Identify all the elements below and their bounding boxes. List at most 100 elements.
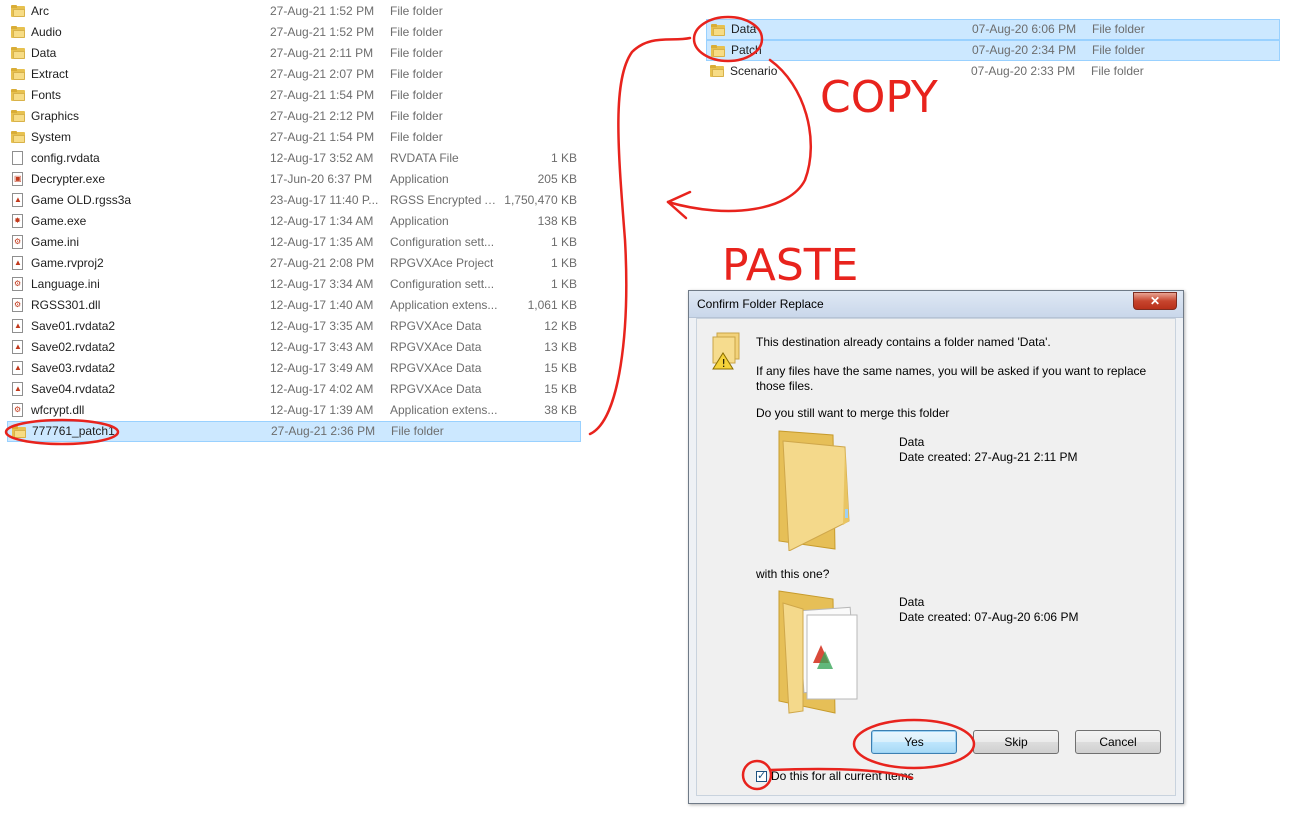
folder-name: Data (731, 22, 757, 36)
folder-warning-icon: ! (712, 332, 740, 370)
file-type: Application extens... (390, 403, 498, 417)
file-date: 23-Aug-17 11:40 P... (270, 193, 379, 207)
file-row[interactable]: Audio 27-Aug-21 1:52 PM File folder (7, 22, 581, 43)
file-row[interactable]: Arc 27-Aug-21 1:52 PM File folder (7, 1, 581, 22)
folder-date: 07-Aug-20 2:34 PM (972, 43, 1077, 57)
folder-icon (711, 45, 725, 57)
folder-row[interactable]: Scenario 07-Aug-20 2:33 PM File folder (706, 61, 1280, 82)
file-row[interactable]: ⚙ wfcrypt.dll 12-Aug-17 1:39 AM Application… (7, 400, 581, 421)
folder-type: File folder (1092, 43, 1145, 57)
file-date: 27-Aug-21 2:36 PM (271, 424, 376, 438)
file-type: Configuration sett... (390, 235, 495, 249)
file-row[interactable]: ⚙ RGSS301.dll 12-Aug-17 1:40 AM Application… (7, 295, 581, 316)
file-row[interactable]: ▲ Save01.rvdata2 12-Aug-17 3:35 AM RPGVXAce… (7, 316, 581, 337)
file-date: 27-Aug-21 2:12 PM (270, 109, 375, 123)
data-file-icon: ▲ (12, 361, 23, 375)
file-row[interactable]: ▣ Decrypter.exe 17-Jun-20 6:37 PM Applicati… (7, 169, 581, 190)
close-button[interactable]: ✕ (1133, 292, 1177, 310)
yes-button[interactable]: Yes (871, 730, 957, 754)
file-name: Decrypter.exe (31, 172, 106, 186)
file-name: Audio (31, 25, 62, 39)
folder-name: Patch (731, 43, 762, 57)
file-row[interactable]: Extract 27-Aug-21 2:07 PM File folder (7, 64, 581, 85)
file-type: File folder (390, 88, 443, 102)
file-date: 12-Aug-17 3:34 AM (270, 277, 374, 291)
file-row[interactable]: System 27-Aug-21 1:54 PM File folder (7, 127, 581, 148)
file-type: File folder (390, 67, 443, 81)
file-name: Game.rvproj2 (31, 256, 104, 270)
file-icon (12, 151, 23, 165)
file-size: 15 KB (544, 382, 577, 396)
game-exe-icon: ✸ (12, 214, 23, 228)
file-row[interactable]: ▲ Save03.rvdata2 12-Aug-17 3:49 AM RPGVXAce… (7, 358, 581, 379)
file-row[interactable]: ▲ Game OLD.rgss3a 23-Aug-17 11:40 P... RGSS… (7, 190, 581, 211)
file-row[interactable]: ▲ Game.rvproj2 27-Aug-21 2:08 PM RPGVXAce P… (7, 253, 581, 274)
data-file-icon: ▲ (12, 319, 23, 333)
file-size: 15 KB (544, 361, 577, 375)
file-size: 1,061 KB (527, 298, 577, 312)
file-name: Language.ini (31, 277, 100, 291)
folder-icon (12, 426, 26, 438)
file-name: Save02.rvdata2 (31, 340, 116, 354)
file-name: Fonts (31, 88, 62, 102)
file-size: 1 KB (550, 235, 577, 249)
message-line-1: This destination already contains a fold… (756, 335, 1051, 349)
cancel-button[interactable]: Cancel (1075, 730, 1161, 754)
file-date: 27-Aug-21 1:54 PM (270, 88, 375, 102)
confirm-folder-replace-dialog: Confirm Folder Replace ✕ ! This destinat… (688, 290, 1184, 804)
data-file-icon: ▲ (12, 256, 23, 270)
with-this-one-text: with this one? (756, 567, 830, 581)
file-type: RVDATA File (390, 151, 459, 165)
file-size: 38 KB (544, 403, 577, 417)
file-name: Game OLD.rgss3a (31, 193, 132, 207)
file-date: 12-Aug-17 1:40 AM (270, 298, 374, 312)
file-type: Application (390, 214, 449, 228)
file-name: Game.ini (31, 235, 80, 249)
file-row[interactable]: 777761_patch1 27-Aug-21 2:36 PM File folde… (7, 421, 581, 442)
paste-annotation-label: PASTE (722, 240, 858, 291)
existing-folder-name: Data (899, 435, 925, 449)
file-date: 12-Aug-17 1:34 AM (270, 214, 374, 228)
folder-icon (711, 24, 725, 36)
file-name: wfcrypt.dll (31, 403, 85, 417)
do-for-all-checkbox[interactable]: ✓ (756, 770, 767, 782)
folder-icon (710, 65, 724, 77)
file-type: RGSS Encrypted A... (390, 193, 500, 207)
file-date: 27-Aug-21 2:11 PM (270, 46, 374, 60)
data-file-icon: ▲ (12, 340, 23, 354)
folder-row[interactable]: Data 07-Aug-20 6:06 PM File folder (706, 19, 1280, 40)
application-icon: ▣ (12, 172, 23, 186)
file-row[interactable]: Fonts 27-Aug-21 1:54 PM File folder (7, 85, 581, 106)
folder-type: File folder (1092, 22, 1145, 36)
file-date: 12-Aug-17 3:35 AM (270, 319, 374, 333)
file-row[interactable]: Graphics 27-Aug-21 2:12 PM File folder (7, 106, 581, 127)
file-type: RPGVXAce Data (390, 361, 482, 375)
file-row[interactable]: config.rvdata 12-Aug-17 3:52 AM RVDATA Fil… (7, 148, 581, 169)
incoming-folder-date: Date created: 07-Aug-20 6:06 PM (899, 610, 1079, 624)
file-date: 27-Aug-21 1:54 PM (270, 130, 375, 144)
file-row[interactable]: ▲ Save04.rvdata2 12-Aug-17 4:02 AM RPGVXAce… (7, 379, 581, 400)
skip-button[interactable]: Skip (973, 730, 1059, 754)
file-date: 27-Aug-21 1:52 PM (270, 25, 375, 39)
file-row[interactable]: ✸ Game.exe 12-Aug-17 1:34 AM Application 138… (7, 211, 581, 232)
file-row[interactable]: ⚙ Game.ini 12-Aug-17 1:35 AM Configuration … (7, 232, 581, 253)
file-size: 1,750,470 KB (504, 193, 577, 207)
file-row[interactable]: ⚙ Language.ini 12-Aug-17 3:34 AM Configurat… (7, 274, 581, 295)
file-row[interactable]: Data 27-Aug-21 2:11 PM File folder (7, 43, 581, 64)
file-row[interactable]: ▲ Save02.rvdata2 12-Aug-17 3:43 AM RPGVXAce… (7, 337, 581, 358)
folder-type: File folder (1091, 64, 1144, 78)
right-file-list: Data 07-Aug-20 6:06 PM File folder Patch 07-… (700, 18, 1290, 98)
file-name: 777761_patch1 (32, 424, 115, 438)
drag-path-annotation (588, 36, 692, 436)
do-for-all-label[interactable]: Do this for all current items (771, 769, 914, 784)
file-name: Save04.rvdata2 (31, 382, 116, 396)
file-size: 205 KB (537, 172, 577, 186)
folder-icon (11, 110, 25, 122)
dialog-title-bar[interactable]: Confirm Folder Replace ✕ (689, 291, 1183, 318)
file-name: Graphics (31, 109, 80, 123)
file-type: File folder (390, 4, 443, 18)
file-type: RPGVXAce Data (390, 382, 482, 396)
checkmark-icon: ✓ (757, 770, 767, 782)
incoming-folder-name: Data (899, 595, 925, 609)
folder-row[interactable]: Patch 07-Aug-20 2:34 PM File folder (706, 40, 1280, 61)
